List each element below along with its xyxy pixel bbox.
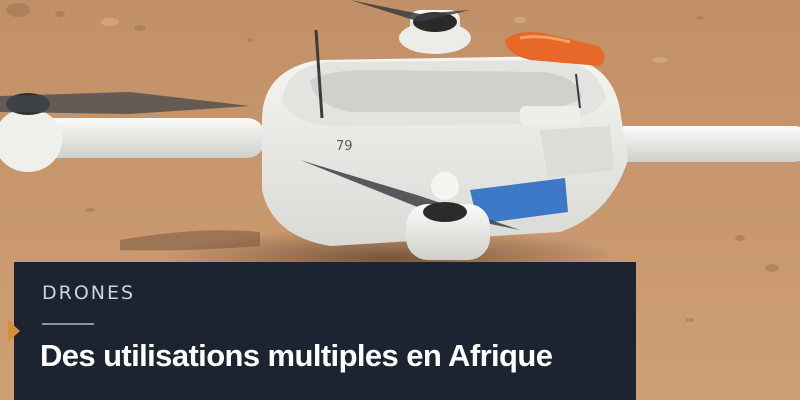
accent-arrow-icon <box>8 320 20 342</box>
category-label: DRONES <box>42 282 136 304</box>
divider <box>42 323 94 325</box>
article-card[interactable]: 79 DRONES Des utilisations multiples en … <box>0 0 800 400</box>
article-headline[interactable]: Des utilisations multiples en Afrique <box>40 338 553 374</box>
arm-right <box>600 126 800 162</box>
caption-box: DRONES Des utilisations multiples en Afr… <box>8 262 636 400</box>
drone-number: 79 <box>336 139 353 154</box>
